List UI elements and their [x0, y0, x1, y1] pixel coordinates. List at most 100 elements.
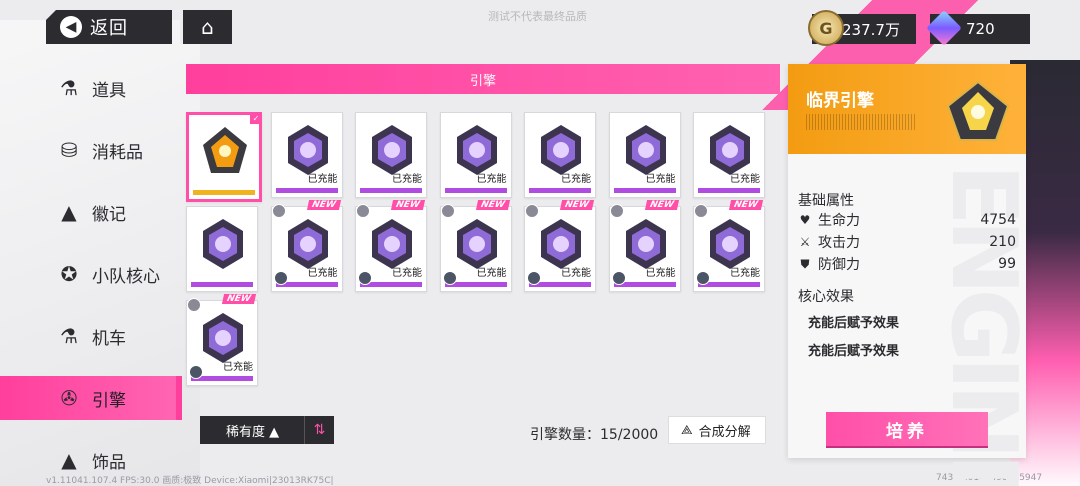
stat-value: 210	[989, 234, 1016, 250]
train-button[interactable]: 培养	[826, 412, 988, 446]
motorcycle-icon: ⚗	[60, 324, 78, 348]
purple-engine-icon	[625, 125, 666, 175]
home-icon: ⌂	[201, 15, 214, 39]
charged-label: 已充能	[307, 174, 338, 185]
sort-order-toggle-icon[interactable]: ⇅	[304, 416, 334, 444]
equipped-avatar	[271, 204, 286, 218]
base-stats-title: 基础属性	[798, 193, 854, 209]
engine-card[interactable]: 已充能 NEW	[693, 200, 765, 292]
heart-icon: ♥	[799, 213, 811, 227]
engine-card[interactable]: 已充能	[439, 112, 512, 198]
home-button[interactable]: ⌂	[180, 10, 232, 44]
gem-currency[interactable]: 720	[926, 10, 1030, 46]
purple-engine-icon	[287, 125, 328, 175]
engine-card[interactable]: 已充能 NEW	[524, 200, 596, 292]
back-button[interactable]: ◀ 返回	[46, 10, 172, 44]
equipped-avatar	[694, 204, 708, 218]
charged-label: 已充能	[392, 268, 422, 279]
purple-engine-icon	[287, 219, 328, 269]
engine-card[interactable]: 已充能 NEW	[355, 200, 427, 292]
sword-icon: ⚔	[799, 235, 811, 249]
rarity-bar	[275, 188, 338, 193]
stat-row-hp: ♥ 生命力 4754	[798, 209, 1016, 231]
purple-engine-icon	[456, 125, 497, 175]
engine-card[interactable]	[186, 206, 258, 292]
core-effect-line: 充能后赋予效果	[808, 344, 900, 359]
emblem-icon: ▲	[61, 200, 77, 224]
owner-avatar	[696, 271, 710, 285]
accessory-icon: ▲	[61, 448, 77, 472]
sort-label: 稀有度 ▲	[226, 424, 280, 440]
charged-label: 已充能	[645, 174, 676, 185]
engine-card[interactable]: 已充能 NEW	[439, 200, 512, 292]
shield-icon: ⛊	[800, 256, 810, 271]
charged-label: 已充能	[561, 174, 591, 185]
purple-engine-icon	[541, 125, 581, 175]
engine-card[interactable]: 已充能	[693, 112, 765, 198]
detail-header: 临界引擎	[788, 64, 1026, 154]
sidebar-item-label: 引擎	[92, 390, 126, 411]
stat-label: 生命力	[818, 213, 860, 229]
sidebar-item-items[interactable]: ⚗ 道具	[0, 66, 182, 110]
engine-card[interactable]: 已充能 NEW	[608, 200, 681, 292]
new-badge: NEW	[644, 200, 679, 210]
sidebar-item-label: 饰品	[92, 452, 126, 473]
gold-coin-icon: G	[808, 10, 844, 46]
core-effect-line: 充能后赋予效果	[808, 316, 900, 331]
gold-currency[interactable]: G 237.7万	[808, 10, 916, 46]
purple-engine-icon	[372, 125, 412, 175]
barcode-decoration	[806, 114, 916, 130]
selected-check-icon: ✓	[250, 112, 262, 124]
stat-row-attack: ⚔ 攻击力 210	[798, 231, 1016, 253]
stat-value: 4754	[980, 212, 1016, 228]
rarity-bar	[191, 282, 253, 287]
engine-portrait-icon	[946, 80, 1010, 141]
engine-card[interactable]: 已充能 NEW	[186, 294, 258, 386]
equipped-avatar	[440, 204, 455, 218]
charged-label: 已充能	[476, 174, 507, 185]
sidebar-item-label: 机车	[92, 328, 126, 349]
purple-engine-icon	[372, 219, 412, 269]
inventory-title: 引擎	[469, 73, 496, 89]
equipped-avatar	[187, 298, 201, 312]
owner-avatar	[442, 271, 457, 285]
rarity-bar	[360, 188, 422, 193]
stat-label: 攻击力	[818, 235, 860, 251]
owner-avatar	[273, 271, 288, 285]
gold-amount: 237.7万	[842, 20, 900, 39]
engine-card-selected[interactable]: ✓	[186, 112, 262, 202]
rarity-bar	[529, 188, 591, 193]
owner-avatar	[189, 365, 203, 379]
back-label: 返回	[90, 18, 128, 39]
charged-label: 已充能	[645, 268, 676, 279]
build-info: v1.11041.107.4 FPS:30.0 画质:极致 Device:Xia…	[46, 476, 334, 486]
new-badge: NEW	[391, 200, 426, 210]
charged-label: 已充能	[730, 268, 760, 279]
sidebar-item-squad-core[interactable]: ✪ 小队核心	[0, 252, 182, 296]
new-badge: NEW	[306, 200, 341, 210]
engine-card[interactable]: 已充能	[270, 112, 343, 198]
owner-avatar	[358, 271, 372, 285]
test-watermark: 测试不代表最终品质	[488, 10, 587, 23]
back-arrow-icon: ◀	[60, 16, 82, 38]
engine-card[interactable]: 已充能	[608, 112, 681, 198]
core-icon: ✪	[60, 262, 78, 286]
stat-value: 99	[998, 256, 1016, 272]
sidebar-item-label: 消耗品	[92, 142, 143, 163]
rarity-bar	[613, 188, 676, 193]
engine-detail-panel: 临界引擎 ENGINE 基础属性 ♥ 生命力 4754 ⚔ 攻击力 210 ⛊ …	[788, 64, 1036, 486]
sidebar-item-emblems[interactable]: ▲ 徽记	[0, 190, 182, 234]
sidebar-item-motorcycle[interactable]: ⚗ 机车	[0, 314, 182, 358]
rarity-bar	[698, 188, 760, 193]
sidebar-item-consumables[interactable]: ⛁ 消耗品	[0, 128, 182, 172]
synthesize-button[interactable]: ⟁ 合成分解	[668, 416, 766, 444]
purple-engine-icon	[456, 219, 497, 269]
engine-card[interactable]: 已充能	[355, 112, 427, 198]
equipped-avatar	[356, 204, 370, 218]
sidebar-item-engine[interactable]: ✇ 引擎	[0, 376, 182, 420]
purple-engine-icon	[203, 313, 243, 363]
engine-card[interactable]: 已充能 NEW	[270, 200, 343, 292]
engine-card[interactable]: 已充能	[524, 112, 596, 198]
sort-rarity-button[interactable]: 稀有度 ▲ ⇅	[200, 416, 334, 444]
charged-label: 已充能	[561, 268, 591, 279]
